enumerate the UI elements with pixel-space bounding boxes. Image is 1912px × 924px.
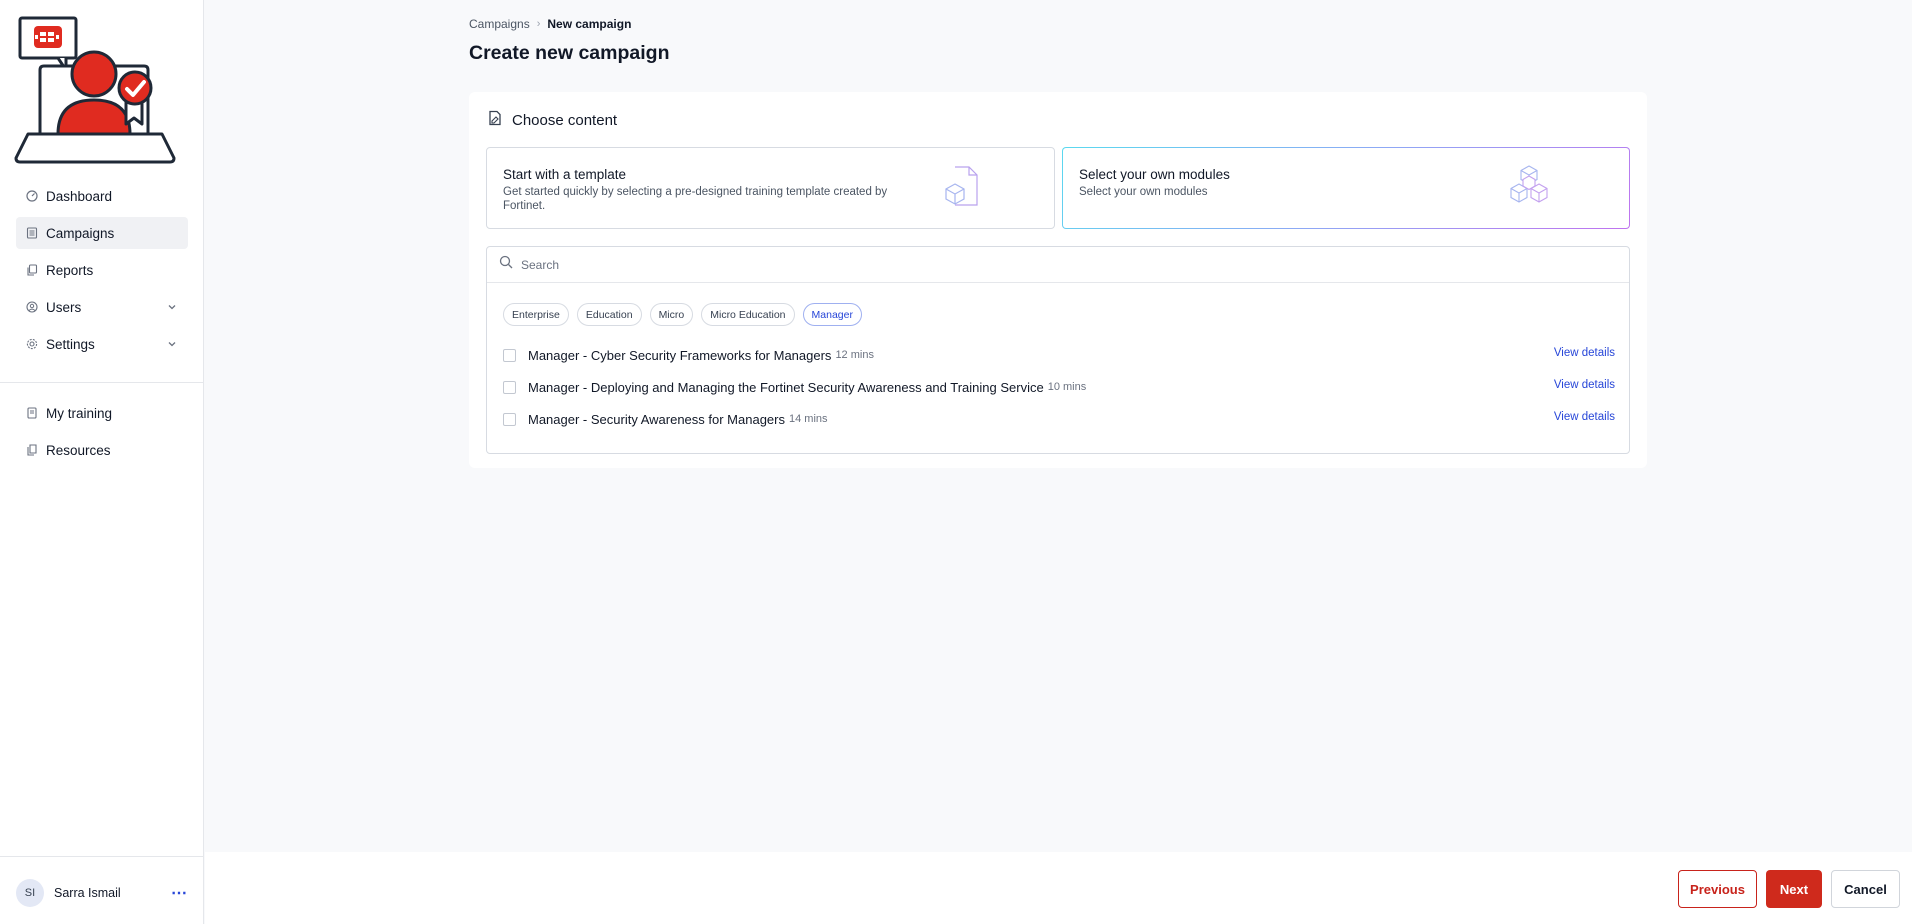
book-icon: [26, 407, 38, 419]
sidebar-item-reports[interactable]: Reports: [16, 254, 188, 286]
filter-chip-micro-education[interactable]: Micro Education: [701, 303, 795, 326]
search-icon: [499, 255, 513, 274]
gauge-icon: [26, 190, 38, 202]
list-item: Manager - Cyber Security Frameworks for …: [503, 339, 1615, 371]
gear-icon: [26, 338, 38, 350]
sidebar-item-users[interactable]: Users: [16, 291, 188, 323]
user-profile: SI Sarra Ismail ⋯: [16, 879, 188, 907]
filter-chip-micro[interactable]: Micro: [649, 303, 694, 326]
module-duration: 10 mins: [1047, 381, 1087, 393]
view-details-link[interactable]: View details: [1554, 411, 1615, 423]
sidebar-item-label: Resources: [46, 442, 111, 458]
list-icon: [26, 227, 38, 239]
panel-header: Choose content: [487, 110, 617, 131]
template-option-card[interactable]: Start with a template Get started quickl…: [486, 147, 1055, 229]
list-item: Manager - Security Awareness for Manager…: [503, 403, 1615, 435]
view-details-link[interactable]: View details: [1554, 379, 1615, 391]
panel-title: Choose content: [512, 112, 618, 129]
sidebar-footer-divider: [0, 856, 204, 857]
user-name: Sarra Ismail: [54, 886, 121, 900]
sidebar-item-campaigns[interactable]: Campaigns: [16, 217, 188, 249]
own-modules-option-card[interactable]: Select your own modules Select your own …: [1062, 147, 1630, 229]
copy-icon: [26, 264, 38, 276]
modules-cubes-icon: [1507, 164, 1551, 208]
search-input[interactable]: [521, 257, 1521, 272]
module-title: Manager - Cyber Security Frameworks for …: [528, 347, 832, 363]
module-title: Manager - Deploying and Managing the For…: [528, 379, 1044, 395]
cancel-button[interactable]: Cancel: [1831, 870, 1900, 908]
module-list: Manager - Cyber Security Frameworks for …: [503, 339, 1615, 435]
breadcrumb-current: New campaign: [547, 17, 632, 31]
module-checkbox[interactable]: [503, 348, 516, 362]
option-description: Get started quickly by selecting a pre-d…: [503, 186, 888, 213]
option-title: Start with a template: [503, 167, 627, 182]
breadcrumb: Campaigns › New campaign: [469, 17, 631, 31]
sidebar-item-dashboard[interactable]: Dashboard: [16, 180, 188, 212]
template-document-icon: [939, 164, 983, 208]
sidebar-item-label: Campaigns: [46, 225, 115, 241]
module-duration: 14 mins: [789, 413, 828, 425]
module-browser: Enterprise Education Micro Micro Educati…: [486, 246, 1630, 454]
filter-chip-enterprise[interactable]: Enterprise: [503, 303, 569, 326]
module-title: Manager - Security Awareness for Manager…: [528, 411, 785, 427]
page-title: Create new campaign: [469, 42, 670, 64]
module-checkbox[interactable]: [503, 380, 516, 394]
main-nav: Dashboard Campaigns Reports Users Settin…: [16, 180, 188, 365]
breadcrumb-separator-icon: ›: [536, 18, 541, 30]
sidebar-item-settings[interactable]: Settings: [16, 328, 188, 360]
sidebar: Dashboard Campaigns Reports Users Settin…: [0, 0, 204, 924]
sidebar-item-label: My training: [46, 405, 113, 421]
files-icon: [26, 444, 38, 456]
more-options-icon[interactable]: ⋯: [171, 883, 188, 903]
avatar[interactable]: SI: [16, 879, 44, 907]
wizard-footer: Previous Next Cancel: [205, 852, 1912, 924]
list-item: Manager - Deploying and Managing the For…: [503, 371, 1615, 403]
filter-chip-education[interactable]: Education: [576, 303, 642, 326]
sidebar-item-my-training[interactable]: My training: [16, 397, 188, 429]
module-checkbox[interactable]: [503, 412, 516, 426]
sidebar-divider: [0, 382, 204, 383]
previous-button[interactable]: Previous: [1678, 870, 1757, 908]
view-details-link[interactable]: View details: [1554, 347, 1615, 359]
sidebar-item-label: Dashboard: [46, 188, 113, 204]
secondary-nav: My training Resources: [16, 397, 188, 471]
chevron-down-icon: [166, 338, 178, 350]
breadcrumb-campaigns-link[interactable]: Campaigns: [469, 17, 530, 31]
option-title: Select your own modules: [1079, 167, 1230, 182]
filter-chips: Enterprise Education Micro Micro Educati…: [503, 303, 870, 326]
security-awareness-logo-icon: [14, 14, 190, 182]
user-circle-icon: [26, 301, 38, 313]
module-duration: 12 mins: [835, 349, 874, 361]
sidebar-item-label: Users: [46, 299, 82, 315]
chevron-down-icon: [166, 301, 178, 313]
sidebar-item-label: Reports: [46, 262, 94, 278]
sidebar-item-label: Settings: [46, 336, 95, 352]
filter-chip-manager[interactable]: Manager: [802, 303, 862, 326]
search-bar: [487, 247, 1629, 283]
next-button[interactable]: Next: [1766, 870, 1822, 908]
sidebar-item-resources[interactable]: Resources: [16, 434, 188, 466]
option-description: Select your own modules: [1079, 186, 1208, 198]
choose-content-panel: Choose content Start with a template Get…: [469, 92, 1647, 468]
edit-file-icon: [487, 110, 503, 131]
